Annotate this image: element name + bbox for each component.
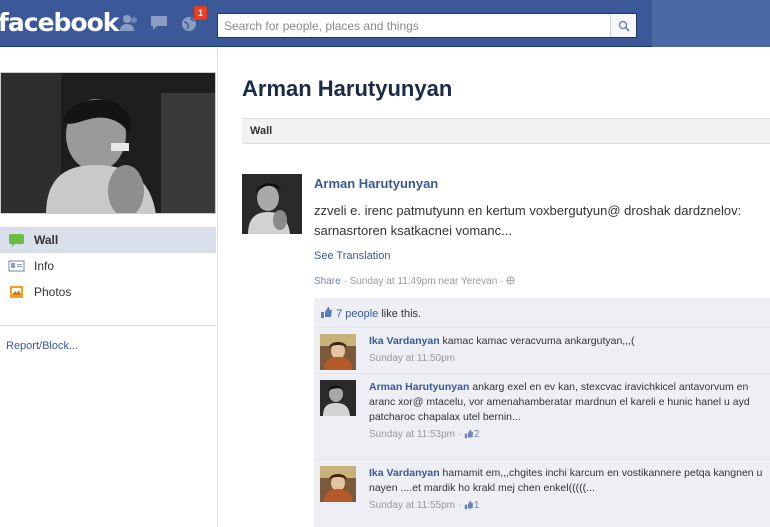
likes-suffix: like this. — [378, 308, 422, 320]
photos-icon — [10, 286, 23, 298]
commenter-avatar-image — [320, 380, 356, 416]
nav-item-photos-label: Photos — [34, 285, 72, 299]
friend-requests-icon[interactable] — [118, 13, 140, 35]
comment-meta: Sunday at 11:55pm · 1 — [369, 500, 480, 511]
commenter-avatar-image — [320, 334, 356, 370]
commenter-avatar-image — [320, 466, 356, 502]
likes-summary: 7 people like this. — [314, 298, 770, 328]
profile-left-nav: Wall Info Photos — [0, 227, 216, 305]
commenter-avatar[interactable] — [320, 466, 356, 502]
comment-text: kamac kamac veracvuma ankargutyan,,,( — [439, 335, 635, 347]
profile-picture[interactable] — [0, 72, 216, 214]
commenter-avatar[interactable] — [320, 334, 356, 370]
left-divider — [0, 325, 216, 326]
comment-like-count[interactable]: 1 — [474, 500, 480, 511]
comments-section: 7 people like this. Ika Vardanyan kamac … — [314, 298, 770, 527]
info-icon — [8, 260, 25, 272]
post-meta: Share · Sunday at 11:49pm near Yerevan · — [314, 276, 515, 287]
wall-icon — [9, 234, 24, 247]
comment-item: Ika Vardanyan kamac kamac veracvuma anka… — [314, 328, 770, 374]
top-bar: facebook 1 — [0, 0, 770, 47]
like-thumb-icon — [464, 500, 474, 510]
share-link[interactable]: Share — [314, 276, 341, 287]
profile-name-title: Arman Harutyunyan — [242, 76, 453, 101]
nav-item-info-label: Info — [34, 259, 55, 273]
messages-icon[interactable] — [148, 13, 170, 35]
post-author-link[interactable]: Arman Harutyunyan — [314, 176, 438, 191]
comment-item: Ika Vardanyan hamamit em,,,chgites inchi… — [314, 460, 770, 527]
post-avatar-image — [242, 174, 302, 234]
comment-item: Arman Harutyunyan ankarg exel en ev kan,… — [314, 374, 770, 460]
comment-like-count[interactable]: 2 — [474, 429, 480, 440]
nav-item-info[interactable]: Info — [0, 253, 216, 279]
facebook-logo[interactable]: facebook — [0, 8, 119, 37]
comment-author-link[interactable]: Arman Harutyunyan — [369, 381, 469, 393]
like-thumb-icon — [321, 307, 332, 318]
notification-badge: 1 — [194, 6, 208, 20]
comment-body: Ika Vardanyan hamamit em,,,chgites inchi… — [369, 466, 769, 513]
profile-photo-image — [1, 73, 215, 213]
comment-time[interactable]: Sunday at 11:50pm — [369, 353, 455, 364]
comment-time[interactable]: Sunday at 11:55pm — [369, 500, 455, 511]
nav-item-wall-label: Wall — [34, 233, 59, 247]
commenter-avatar[interactable] — [320, 380, 356, 416]
post-author-avatar[interactable] — [242, 174, 302, 234]
likes-people-link[interactable]: 7 people — [336, 308, 378, 320]
like-thumb-icon — [464, 429, 474, 439]
comment-body: Ika Vardanyan kamac kamac veracvuma anka… — [369, 334, 769, 366]
post-text: zzveli e. irenc patmutyunn en kertum vox… — [314, 203, 742, 238]
nav-item-wall[interactable]: Wall — [0, 227, 216, 253]
comment-meta: Sunday at 11:50pm — [369, 351, 769, 366]
column-divider — [217, 47, 218, 527]
search-icon — [618, 20, 630, 32]
comment-time[interactable]: Sunday at 11:53pm — [369, 429, 455, 440]
search-box — [217, 13, 637, 38]
comment-body: Arman Harutyunyan ankarg exel en ev kan,… — [369, 380, 769, 442]
report-block-link[interactable]: Report/Block... — [6, 340, 78, 352]
post-timestamp: · Sunday at 11:49pm near Yerevan · — [340, 276, 507, 287]
nav-item-photos[interactable]: Photos — [0, 279, 216, 305]
top-bar-right-area — [652, 0, 770, 47]
search-input[interactable] — [218, 14, 610, 37]
comment-meta: Sunday at 11:53pm · 2 — [369, 429, 480, 440]
see-translation-link[interactable]: See Translation — [314, 250, 390, 262]
search-button[interactable] — [610, 14, 636, 37]
globe-icon — [506, 276, 515, 285]
wall-tab-header: Wall — [242, 118, 770, 144]
comment-author-link[interactable]: Ika Vardanyan — [369, 467, 440, 479]
comment-author-link[interactable]: Ika Vardanyan — [369, 335, 440, 347]
